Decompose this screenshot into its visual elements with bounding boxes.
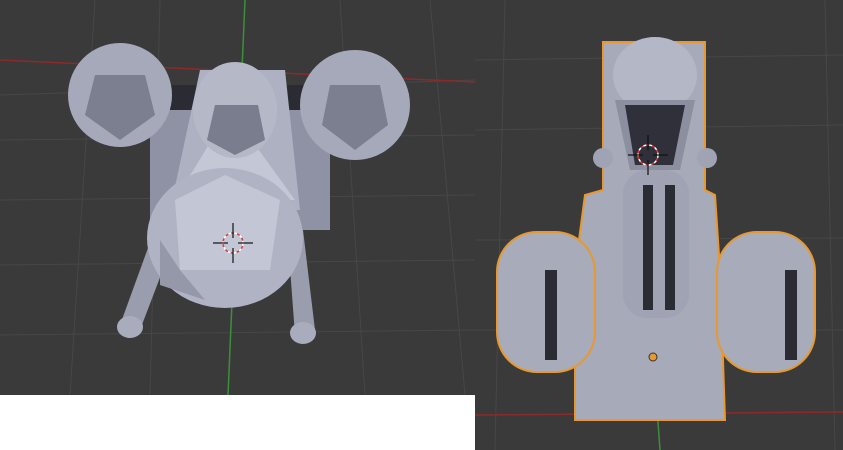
selected-mesh-object[interactable] [496,37,816,421]
viewport-3d-left[interactable] [0,0,475,395]
viewport-right-canvas [475,0,843,450]
object-origin-icon[interactable] [648,352,658,362]
viewport-left-canvas [0,0,475,395]
viewport-3d-right[interactable] [475,0,843,450]
blank-area [0,395,475,450]
